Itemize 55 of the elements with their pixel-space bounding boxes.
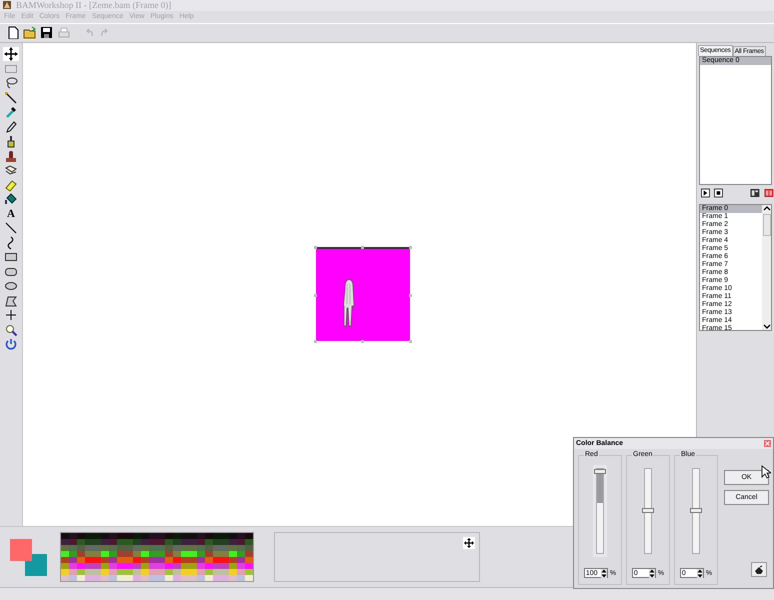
resize-handle[interactable] xyxy=(409,340,412,343)
tool-button[interactable] xyxy=(3,220,19,236)
stop-icon[interactable] xyxy=(714,188,723,198)
tool-button[interactable] xyxy=(3,119,19,134)
scroll-thumb[interactable] xyxy=(762,214,770,236)
move-icon xyxy=(464,538,474,548)
new-file-icon[interactable] xyxy=(6,26,19,40)
tool-button[interactable] xyxy=(3,322,19,337)
background-color-swatch[interactable] xyxy=(25,554,47,576)
lasso-icon xyxy=(4,76,18,90)
crosshair-icon xyxy=(4,308,18,322)
frame-grid-icon[interactable] xyxy=(750,188,760,198)
spinner-arrows-icon[interactable] xyxy=(600,568,607,578)
slider-thumb[interactable] xyxy=(594,469,606,474)
close-icon[interactable] xyxy=(764,440,771,447)
tool-button[interactable] xyxy=(3,90,19,105)
tool-button[interactable]: A xyxy=(3,206,19,221)
stamp-icon xyxy=(4,148,18,163)
open-folder-icon[interactable] xyxy=(23,26,36,40)
picker-button[interactable] xyxy=(751,562,767,577)
tool-button[interactable] xyxy=(3,308,19,322)
mouse-cursor-icon xyxy=(761,465,771,479)
resize-handle[interactable] xyxy=(314,294,317,297)
frame-strip-icon[interactable] xyxy=(764,188,774,198)
slider-thumb[interactable] xyxy=(690,508,702,513)
line-icon xyxy=(4,221,18,236)
foreground-color-swatch[interactable] xyxy=(10,539,32,562)
resize-handle[interactable] xyxy=(314,246,317,249)
window-title: BAMWorkshop II - [Zeme.bam (Frame 0)] xyxy=(16,0,172,10)
app-icon xyxy=(2,0,12,10)
slider-thumb[interactable] xyxy=(642,508,654,513)
color-palette-drawing[interactable] xyxy=(60,532,254,582)
tool-button[interactable] xyxy=(3,148,19,163)
resize-handle[interactable] xyxy=(409,246,412,249)
wand-icon xyxy=(4,90,18,105)
move-button[interactable] xyxy=(463,537,475,550)
resize-handle[interactable] xyxy=(409,294,412,297)
spinner-arrows-icon[interactable] xyxy=(696,568,703,578)
scrollbar[interactable] xyxy=(762,204,771,330)
polygon-icon xyxy=(4,294,18,308)
move-icon xyxy=(4,47,18,62)
resize-handle[interactable] xyxy=(361,246,364,249)
pencil-icon xyxy=(4,120,18,134)
dropper-icon xyxy=(4,105,18,120)
resize-handle[interactable] xyxy=(314,340,317,343)
paint-bucket-icon xyxy=(4,192,18,206)
tool-button[interactable] xyxy=(3,192,19,206)
creature-sprite-drawing xyxy=(343,278,355,327)
text-tool-letter: A xyxy=(7,208,15,220)
spinner-arrows-icon[interactable] xyxy=(648,568,655,578)
magnifier-icon xyxy=(4,322,18,337)
resize-handle[interactable] xyxy=(361,340,364,343)
eraser-icon xyxy=(4,178,18,192)
play-icon[interactable] xyxy=(701,188,710,198)
tool-button[interactable] xyxy=(3,46,19,62)
